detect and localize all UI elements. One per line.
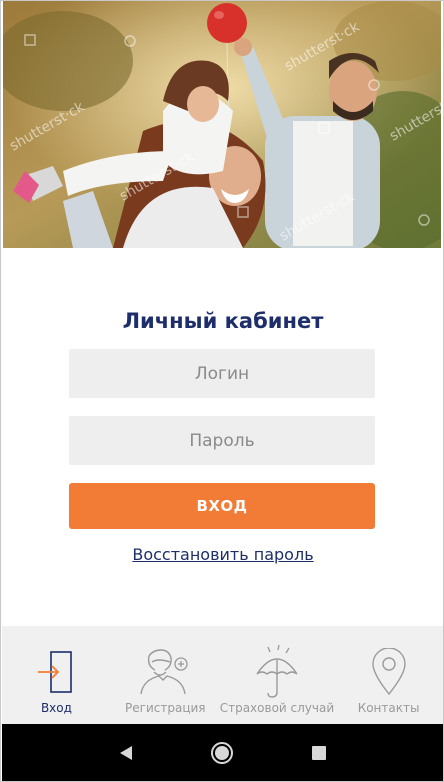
login-input[interactable] xyxy=(69,349,375,398)
home-circle-icon xyxy=(211,742,234,764)
app-screen: shutterst·ck shutterst·ck shutterst·ck s… xyxy=(0,0,444,782)
tab-contacts-label: Контакты xyxy=(357,701,420,715)
recover-password-link[interactable]: Восстановить пароль xyxy=(1,545,443,564)
tab-login[interactable]: Вход xyxy=(2,626,111,724)
location-pin-icon xyxy=(359,642,419,702)
family-photo: shutterst·ck shutterst·ck shutterst·ck s… xyxy=(3,1,441,248)
back-button[interactable] xyxy=(111,738,141,768)
tab-insurance-case[interactable]: Страховой случай xyxy=(220,626,334,724)
login-icon xyxy=(26,642,86,702)
recents-square-icon xyxy=(311,746,326,760)
android-nav-bar xyxy=(2,724,443,781)
tab-registration-label: Регистрация xyxy=(125,701,206,715)
back-triangle-icon xyxy=(120,746,133,760)
umbrella-icon xyxy=(247,642,307,702)
home-button[interactable] xyxy=(207,738,237,768)
add-user-icon xyxy=(135,642,195,702)
bottom-tab-bar: Вход Регистрация Страховой случай Контак… xyxy=(2,626,443,724)
tab-login-label: Вход xyxy=(40,701,72,715)
page-title: Личный кабинет xyxy=(122,309,324,333)
tab-registration[interactable]: Регистрация xyxy=(111,626,220,724)
password-input[interactable] xyxy=(69,416,375,465)
recents-button[interactable] xyxy=(304,738,334,768)
hero-image: shutterst·ck shutterst·ck shutterst·ck s… xyxy=(3,1,441,248)
tab-contacts[interactable]: Контакты xyxy=(334,626,443,724)
tab-insurance-case-label: Страховой случай xyxy=(219,701,335,715)
login-button[interactable]: ВХОД xyxy=(69,483,375,529)
